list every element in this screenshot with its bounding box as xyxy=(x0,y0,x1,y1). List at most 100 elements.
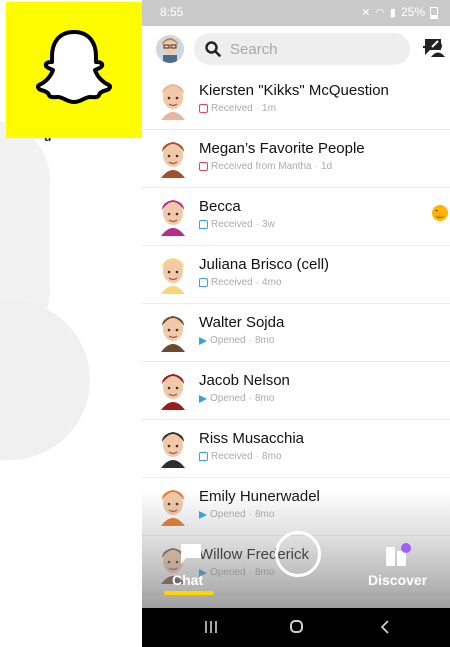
separator-dot: · xyxy=(255,219,260,230)
chat-time: 8mo xyxy=(262,451,282,462)
separator-dot: · xyxy=(248,335,252,346)
chat-meta: Opened · 8mo xyxy=(199,335,274,346)
chat-row[interactable]: Kiersten "Kikks" McQuestion Received · 1m xyxy=(142,72,450,130)
friend-avatar[interactable] xyxy=(156,486,190,526)
nav-discover-tab[interactable]: Discover xyxy=(368,543,438,595)
status-icons: ✕ ◠ ▮ 25% xyxy=(361,5,438,19)
search-input[interactable] xyxy=(230,39,350,59)
received-snap-icon xyxy=(199,162,208,171)
back-icon[interactable] xyxy=(380,620,390,634)
chat-meta: Received · 8mo xyxy=(199,451,282,462)
opened-arrow-icon xyxy=(199,510,207,519)
separator-dot: · xyxy=(248,393,252,404)
top-bar xyxy=(142,26,450,72)
snapchat-logo xyxy=(6,2,142,138)
chat-meta: Opened · 8mo xyxy=(199,509,274,520)
phone-screen: 8:55 ✕ ◠ ▮ 25% Search Kiersten "Kikks" M… xyxy=(142,0,450,647)
bitmoji-icon xyxy=(161,490,185,526)
chat-name: Walter Sojda xyxy=(199,314,285,331)
home-icon[interactable] xyxy=(290,620,303,633)
battery-icon xyxy=(430,7,438,19)
chat-row[interactable]: Becca Received · 3w xyxy=(142,188,450,246)
active-tab-indicator xyxy=(164,591,214,595)
chat-time: 8mo xyxy=(254,393,275,404)
bitmoji-icon xyxy=(161,200,185,236)
bitmoji-icon xyxy=(156,35,184,63)
chat-row[interactable]: Walter Sojda Opened · 8mo xyxy=(142,304,450,362)
friend-avatar[interactable] xyxy=(156,370,190,410)
bitmoji-icon xyxy=(161,374,185,410)
chat-time: 4mo xyxy=(262,277,282,288)
background-shape xyxy=(0,300,90,460)
chat-row[interactable]: Jacob Nelson Opened · 8mo xyxy=(142,362,450,420)
battery-percent: 25% xyxy=(400,5,425,19)
search-icon xyxy=(205,41,221,57)
friend-avatar[interactable] xyxy=(156,196,190,236)
received-snap-icon xyxy=(199,104,208,113)
friend-avatar[interactable] xyxy=(156,138,190,178)
new-chat-icon[interactable] xyxy=(424,38,442,56)
friend-avatar[interactable] xyxy=(156,312,190,352)
chat-name: Becca xyxy=(199,198,241,215)
chat-icon xyxy=(181,544,201,564)
friend-avatar[interactable] xyxy=(156,428,190,468)
friend-avatar[interactable] xyxy=(156,80,190,120)
chat-row[interactable]: Megan’s Favorite People Received from Man… xyxy=(142,130,450,188)
wifi-icon: ◠ xyxy=(375,6,385,19)
android-navigation-bar xyxy=(142,608,450,647)
chat-time: 8mo xyxy=(254,335,275,346)
mute-icon: ✕ xyxy=(361,6,371,19)
chat-list: Kiersten "Kikks" McQuestion Received · 1m Me… xyxy=(142,72,450,594)
friend-avatar[interactable] xyxy=(156,254,190,294)
nav-discover-label: Discover xyxy=(368,572,428,588)
chat-status: Received xyxy=(211,219,253,230)
chat-meta: Opened · 8mo xyxy=(199,393,274,404)
separator-dot: · xyxy=(255,277,260,288)
chat-status: Received from Mantha xyxy=(211,161,312,172)
screenshot-canvas: u 8:55 ✕ ◠ ▮ 25% xyxy=(0,0,450,647)
chat-status: Received xyxy=(211,277,253,288)
chat-time: 8mo xyxy=(254,509,275,520)
chat-row[interactable]: Emily Hunerwadel Opened · 8mo xyxy=(142,478,450,536)
chat-meta: Received · 1m xyxy=(199,103,276,114)
bitmoji-icon xyxy=(161,316,185,352)
camera-capture-button[interactable] xyxy=(275,531,321,577)
bitmoji-icon xyxy=(161,432,185,468)
search-bar[interactable] xyxy=(194,33,445,65)
my-avatar[interactable] xyxy=(156,35,184,63)
signal-icon: ▮ xyxy=(389,6,396,19)
recents-icon[interactable] xyxy=(204,620,218,634)
separator-dot: · xyxy=(248,567,252,578)
chat-status: Received xyxy=(211,451,253,462)
opened-arrow-icon xyxy=(199,336,207,345)
separator-dot: · xyxy=(248,509,252,520)
received-chat-icon xyxy=(199,278,208,287)
bitmoji-icon xyxy=(161,84,185,120)
chat-name: Megan’s Favorite People xyxy=(199,140,365,157)
chat-meta: Received from Mantha · 1d xyxy=(199,161,332,172)
chat-status: Opened xyxy=(210,335,246,346)
received-chat-icon xyxy=(199,452,208,461)
chat-name: Riss Musacchia xyxy=(199,430,305,447)
chat-time: 8mo xyxy=(254,567,275,578)
separator-dot: · xyxy=(314,161,318,172)
chat-time: 1d xyxy=(320,161,333,172)
bitmoji-icon xyxy=(161,258,185,294)
opened-arrow-icon xyxy=(199,394,207,403)
received-chat-icon xyxy=(199,220,208,229)
status-bar: 8:55 ✕ ◠ ▮ 25% xyxy=(142,0,450,26)
chat-meta: Received · 4mo xyxy=(199,277,282,288)
chat-status: Received xyxy=(211,103,253,114)
chat-row[interactable]: Riss Musacchia Received · 8mo xyxy=(142,420,450,478)
chat-status: Opened xyxy=(210,509,246,520)
chat-status: Opened xyxy=(210,393,246,404)
smiling-face-icon xyxy=(432,205,448,221)
chat-name: Juliana Brisco (cell) xyxy=(199,256,330,273)
chat-name: Emily Hunerwadel xyxy=(199,488,320,505)
nav-chat-label: Chat xyxy=(172,572,204,588)
ghost-icon xyxy=(35,30,113,104)
chat-name: Kiersten "Kikks" McQuestion xyxy=(199,82,389,99)
chat-row[interactable]: Juliana Brisco (cell) Received · 4mo xyxy=(142,246,450,304)
nav-chat-tab[interactable]: Chat xyxy=(164,543,218,595)
chat-name: Jacob Nelson xyxy=(199,372,290,389)
